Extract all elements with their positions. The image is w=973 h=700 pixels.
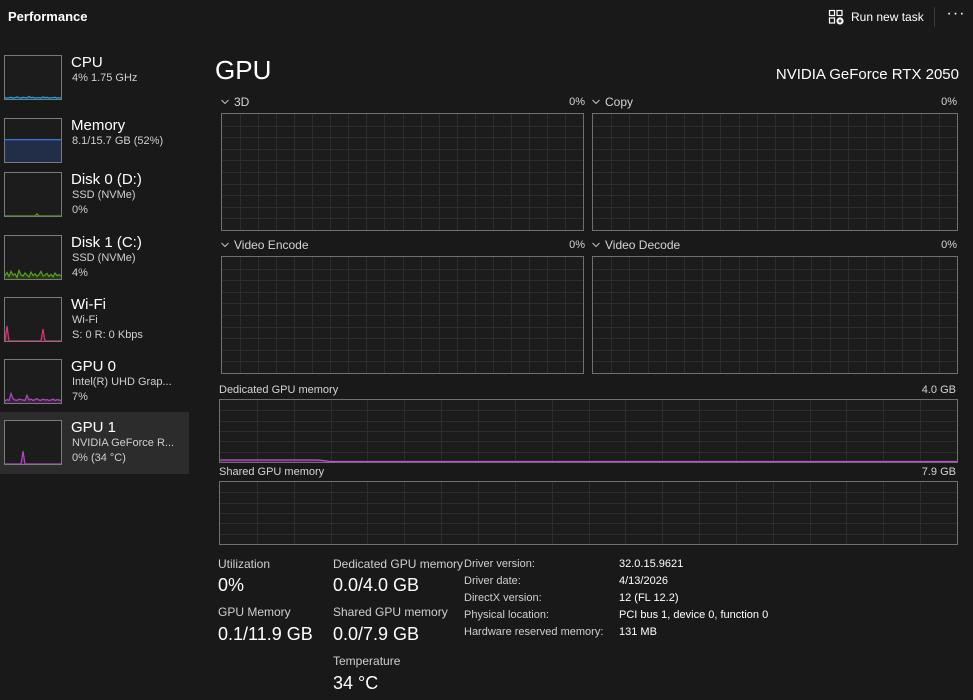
chevron-down-icon [221, 242, 229, 248]
sidebar-item-name: Wi-Fi [71, 296, 106, 313]
sidebar-item-name: Disk 0 (D:) [71, 171, 142, 188]
engine-percent: 0% [941, 96, 957, 108]
sidebar-item-usage: 4% [72, 267, 88, 279]
driver-version-value: 32.0.15.9621 [619, 558, 684, 570]
sparkline [5, 451, 61, 464]
utilization-label: Utilization [218, 557, 271, 571]
gpu-memory-label: GPU Memory [218, 605, 291, 619]
sidebar-item-gpu-0[interactable]: GPU 0 Intel(R) UHD Grap... 7% [0, 354, 189, 416]
physical-location-label: Physical location: [464, 609, 549, 621]
dedicated-memory-value: 0.0/4.0 GB [333, 575, 420, 595]
gpu-0-graph-thumbnail [4, 359, 62, 404]
sidebar-item-cpu[interactable]: CPU 4% 1.75 GHz [0, 50, 189, 112]
sidebar-item-detail: Wi-Fi [72, 314, 98, 326]
dedicated-memory-graph-max: 4.0 GB [921, 384, 956, 396]
chevron-down-icon [592, 99, 600, 105]
sidebar-item-name: GPU 0 [71, 358, 117, 375]
disk-1-graph-thumbnail [4, 235, 62, 280]
sparkline-area [5, 326, 61, 341]
temperature-label: Temperature [333, 654, 401, 668]
shared-memory-graph-label: Shared GPU memory [219, 466, 325, 478]
shared-memory-graph [219, 481, 958, 545]
sidebar-item-detail: 8.1/15.7 GB (52%) [72, 135, 164, 147]
physical-location-value: PCI bus 1, device 0, function 0 [619, 609, 769, 621]
hardware-reserved-memory-label: Hardware reserved memory: [464, 626, 604, 638]
sidebar-item-usage: 0% (34 °C) [72, 452, 126, 464]
wifi-graph-thumbnail [4, 297, 62, 342]
engine-graph-video-decode [592, 256, 958, 374]
gpu-model-name: NVIDIA GeForce RTX 2050 [775, 66, 959, 83]
sidebar-item-disk-0[interactable]: Disk 0 (D:) SSD (NVMe) 0% [0, 167, 189, 229]
sidebar-item-detail: Intel(R) UHD Grap... [72, 376, 172, 388]
engine-graph-copy [592, 113, 958, 231]
dedicated-memory-label: Dedicated GPU memory [333, 557, 464, 571]
temperature-value: 34 °C [333, 673, 379, 693]
more-options-icon[interactable]: ··· [944, 5, 968, 27]
engine-selector-3d[interactable]: 3D [221, 95, 249, 109]
directx-version-value: 12 (FL 12.2) [619, 592, 679, 604]
sidebar-item-name: CPU [71, 54, 103, 71]
toolbar-divider [934, 7, 935, 27]
utilization-value: 0% [218, 575, 245, 595]
engine-graph-video-encode [221, 256, 584, 374]
engine-percent: 0% [569, 96, 585, 108]
sidebar-item-detail: SSD (NVMe) [72, 189, 136, 201]
page-title: Performance [8, 9, 88, 24]
driver-version-label: Driver version: [464, 558, 535, 570]
shared-memory-label: Shared GPU memory [333, 605, 448, 619]
memory-graph-thumbnail [4, 118, 62, 163]
engine-graph-3d [221, 113, 584, 231]
engine-label: 3D [234, 95, 250, 109]
engine-label: Video Encode [234, 238, 309, 252]
sidebar-item-name: Memory [71, 117, 126, 134]
sidebar-item-usage: 0% [72, 204, 88, 216]
sparkline [5, 213, 61, 216]
sidebar-item-detail: 4% 1.75 GHz [72, 72, 138, 84]
engine-selector-video-encode[interactable]: Video Encode [221, 238, 309, 252]
engine-selector-video-decode[interactable]: Video Decode [592, 238, 680, 252]
run-new-task-button[interactable]: Run new task [828, 7, 924, 27]
sidebar-item-name: GPU 1 [71, 419, 117, 436]
title-bar: Performance Run new task ··· [0, 0, 973, 33]
shared-memory-graph-max: 7.9 GB [921, 466, 956, 478]
run-task-label: Run new task [851, 10, 924, 24]
disk-0-graph-thumbnail [4, 172, 62, 217]
sidebar-item-usage: 7% [72, 391, 88, 403]
sidebar-item-gpu-1[interactable]: GPU 1 NVIDIA GeForce R... 0% (34 °C) [0, 412, 189, 474]
sparkline [5, 95, 61, 99]
sidebar-item-disk-1[interactable]: Disk 1 (C:) SSD (NVMe) 4% [0, 230, 189, 292]
sparkline-area [5, 139, 61, 162]
hardware-reserved-memory-value: 131 MB [619, 626, 657, 638]
engine-percent: 0% [941, 239, 957, 251]
gpu-heading: GPU [215, 55, 272, 85]
driver-date-label: Driver date: [464, 575, 521, 587]
sidebar-item-wifi[interactable]: Wi-Fi Wi-Fi S: 0 R: 0 Kbps [0, 292, 189, 354]
cpu-graph-thumbnail [4, 55, 62, 100]
sidebar-item-memory[interactable]: Memory 8.1/15.7 GB (52%) [0, 113, 189, 175]
directx-version-label: DirectX version: [464, 592, 542, 604]
engine-label: Copy [605, 95, 634, 109]
dedicated-memory-graph [219, 399, 958, 463]
run-task-icon [828, 9, 844, 25]
driver-date-value: 4/13/2026 [619, 575, 668, 587]
engine-percent: 0% [569, 239, 585, 251]
gpu-1-graph-thumbnail [4, 420, 62, 465]
chevron-down-icon [221, 99, 229, 105]
sparkline [5, 325, 61, 341]
engine-label: Video Decode [605, 238, 681, 252]
shared-memory-value: 0.0/7.9 GB [333, 624, 420, 644]
sidebar-item-name: Disk 1 (C:) [71, 234, 142, 251]
gpu-memory-value: 0.1/11.9 GB [218, 624, 313, 644]
sparkline-area [5, 451, 61, 464]
engine-selector-copy[interactable]: Copy [592, 95, 633, 109]
sidebar-item-usage: S: 0 R: 0 Kbps [72, 329, 143, 341]
sidebar-item-detail: SSD (NVMe) [72, 252, 136, 264]
sidebar-item-detail: NVIDIA GeForce R... [72, 437, 175, 449]
chevron-down-icon [592, 242, 600, 248]
dedicated-memory-graph-label: Dedicated GPU memory [219, 384, 339, 396]
